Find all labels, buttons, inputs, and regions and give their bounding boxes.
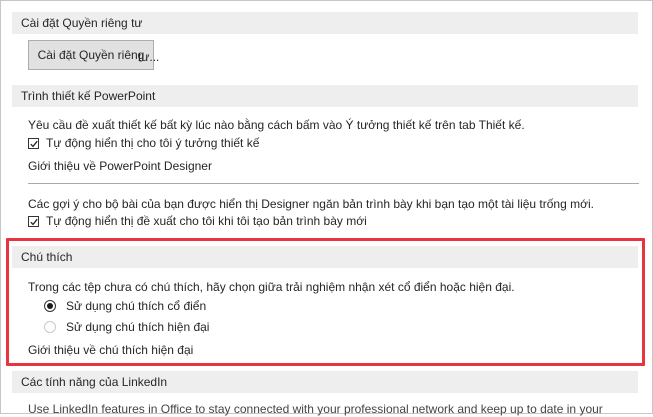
comments-highlight-box	[6, 238, 645, 366]
designer-divider	[28, 183, 639, 184]
auto-show-ideas-checkbox[interactable]	[28, 138, 39, 149]
designer-description: Yêu cầu đề xuất thiết kế bất kỳ lúc nào …	[28, 118, 525, 132]
auto-suggest-label[interactable]: Tự động hiển thị đề xuất cho tôi khi tôi…	[46, 213, 367, 229]
privacy-settings-button[interactable]: Cài đặt Quyền riêng	[28, 40, 154, 70]
designer-suggestions-description: Các gợi ý cho bộ bài của bạn được hiển t…	[28, 197, 594, 211]
designer-section-header: Trình thiết kế PowerPoint	[12, 85, 638, 107]
privacy-section-header: Cài đặt Quyền riêng tư	[12, 12, 638, 34]
linkedin-description: Use LinkedIn features in Office to stay …	[28, 402, 603, 416]
privacy-settings-button-overflow: tư...	[138, 50, 160, 64]
checkmark-icon	[30, 140, 38, 148]
auto-suggest-checkbox[interactable]	[28, 216, 39, 227]
linkedin-section-header: Các tính năng của LinkedIn	[12, 371, 638, 393]
auto-show-ideas-label[interactable]: Tự động hiển thị cho tôi ý tưởng thiết k…	[46, 135, 259, 151]
checkmark-icon	[30, 218, 38, 226]
about-designer-link[interactable]: Giới thiệu về PowerPoint Designer	[28, 158, 212, 174]
privacy-settings-button-label: Cài đặt Quyền riêng	[37, 48, 145, 62]
